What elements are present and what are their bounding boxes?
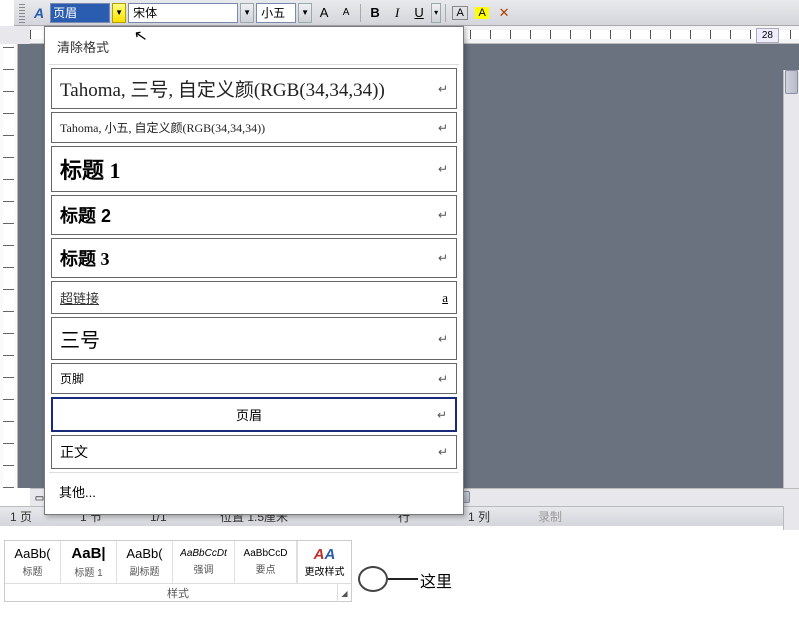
style-dropdown-button[interactable]: ▼ bbox=[112, 3, 126, 23]
gallery-expand-button[interactable]: ◢ bbox=[337, 584, 351, 602]
gallery-preview: AaB| bbox=[71, 545, 105, 562]
gallery-label: 标题 bbox=[23, 563, 43, 578]
style-item-label: Tahoma, 小五, 自定义颜(RGB(34,34,34)) bbox=[60, 119, 265, 136]
separator bbox=[49, 64, 459, 65]
more-styles-item[interactable]: 其他... bbox=[51, 476, 457, 507]
style-item-label: 页眉 bbox=[61, 405, 437, 424]
annotation-circle bbox=[358, 566, 388, 592]
style-item-5[interactable]: 超链接 a bbox=[51, 281, 457, 314]
gallery-cell-2[interactable]: AaBb( 副标题 bbox=[117, 541, 173, 583]
return-mark-icon bbox=[437, 408, 447, 422]
underline-dropdown[interactable]: ▾ bbox=[431, 3, 441, 23]
style-item-4[interactable]: 标题 3 bbox=[51, 238, 457, 278]
decrease-size-button[interactable]: A bbox=[336, 3, 356, 23]
font-color-button[interactable]: A bbox=[450, 3, 470, 23]
separator bbox=[445, 4, 446, 22]
a-box-icon: A bbox=[452, 6, 467, 20]
clear-format-item[interactable]: 清除格式 bbox=[49, 31, 459, 62]
a-highlight-icon: A bbox=[475, 7, 488, 19]
formatting-toolbar: A ▼ ↖ ▼ ▼ A A B I U ▾ A A ✕ bbox=[14, 0, 799, 26]
vertical-ruler[interactable] bbox=[0, 44, 18, 488]
change-style-icon: AA bbox=[314, 546, 336, 563]
gallery-cell-1[interactable]: AaB| 标题 1 bbox=[61, 541, 117, 583]
style-item-0[interactable]: Tahoma, 三号, 自定义颜(RGB(34,34,34)) bbox=[51, 68, 457, 109]
return-mark-icon bbox=[438, 445, 448, 459]
return-mark-icon bbox=[438, 208, 448, 222]
style-item-8[interactable]: 页眉 bbox=[51, 397, 457, 432]
more-label: 其他... bbox=[59, 482, 96, 501]
return-mark-icon bbox=[438, 162, 448, 176]
increase-size-button[interactable]: A bbox=[314, 3, 334, 23]
annotation-arrow bbox=[388, 578, 418, 580]
style-item-label: 超链接 bbox=[60, 288, 99, 307]
style-item-1[interactable]: Tahoma, 小五, 自定义颜(RGB(34,34,34)) bbox=[51, 112, 457, 143]
style-dropdown-panel: 清除格式 Tahoma, 三号, 自定义颜(RGB(34,34,34)) Taho… bbox=[44, 26, 464, 515]
style-item-2[interactable]: 标题 1 bbox=[51, 146, 457, 192]
style-item-7[interactable]: 页脚 bbox=[51, 363, 457, 394]
gallery-label: 副标题 bbox=[130, 563, 160, 578]
size-dropdown-button[interactable]: ▼ bbox=[298, 3, 312, 23]
gallery-preview: AaBbCcDt bbox=[180, 548, 227, 559]
vertical-scrollbar[interactable] bbox=[783, 70, 799, 530]
italic-button[interactable]: I bbox=[387, 3, 407, 23]
change-style-label: 更改样式 bbox=[305, 563, 345, 578]
style-item-3[interactable]: 标题 2 bbox=[51, 195, 457, 235]
gallery-label: 强调 bbox=[194, 561, 214, 576]
style-item-label: Tahoma, 三号, 自定义颜(RGB(34,34,34)) bbox=[60, 75, 385, 102]
font-size-input[interactable] bbox=[256, 3, 296, 23]
return-mark-icon bbox=[438, 251, 448, 265]
style-item-label: 三号 bbox=[60, 324, 100, 353]
clear-format-button[interactable]: ✕ bbox=[494, 3, 514, 23]
separator bbox=[49, 472, 459, 473]
gallery-preview: AaBb( bbox=[14, 546, 50, 561]
return-mark-icon bbox=[438, 372, 448, 386]
style-name-input[interactable] bbox=[50, 3, 110, 23]
font-dropdown-button[interactable]: ▼ bbox=[240, 3, 254, 23]
gallery-footer-label: 样式 bbox=[167, 585, 189, 601]
toolbar-grip[interactable] bbox=[19, 3, 25, 23]
gallery-cell-3[interactable]: AaBbCcDt 强调 bbox=[173, 541, 235, 583]
gallery-cell-4[interactable]: AaBbCcD 要点 bbox=[235, 541, 297, 583]
separator bbox=[360, 4, 361, 22]
gallery-label: 要点 bbox=[256, 561, 276, 576]
style-item-label: 标题 3 bbox=[60, 245, 110, 271]
style-item-6[interactable]: 三号 bbox=[51, 317, 457, 360]
scrollbar-thumb[interactable] bbox=[785, 70, 798, 94]
style-item-label: 标题 1 bbox=[60, 153, 121, 185]
highlight-button[interactable]: A bbox=[472, 3, 492, 23]
gallery-preview: AaBb( bbox=[126, 546, 162, 561]
font-family-input[interactable] bbox=[128, 3, 238, 23]
return-mark-icon bbox=[438, 332, 448, 346]
gallery-footer: 样式 ◢ bbox=[5, 583, 351, 601]
trail-glyph: a bbox=[442, 290, 448, 306]
gallery-cell-0[interactable]: AaBb( 标题 bbox=[5, 541, 61, 583]
style-gallery-panel: AaBb(标题AaB|标题 1AaBb(副标题AaBbCcDt强调AaBbCcD… bbox=[4, 540, 352, 602]
style-item-9[interactable]: 正文 bbox=[51, 435, 457, 469]
underline-button[interactable]: U bbox=[409, 3, 429, 23]
page-indicator: 28 bbox=[756, 28, 779, 43]
style-item-label: 页脚 bbox=[60, 370, 84, 387]
status-record: 录制 bbox=[538, 508, 578, 525]
gallery-label: 标题 1 bbox=[74, 564, 102, 579]
gallery-preview: AaBbCcD bbox=[244, 548, 288, 559]
change-style-button[interactable]: AA更改样式 bbox=[297, 541, 351, 583]
return-mark-icon bbox=[438, 121, 448, 135]
styles-icon: A bbox=[30, 5, 48, 21]
style-gallery: AaBb(标题AaB|标题 1AaBb(副标题AaBbCcDt强调AaBbCcD… bbox=[4, 540, 352, 602]
annotation-label: 这里 bbox=[420, 568, 452, 592]
style-item-label: 标题 2 bbox=[60, 202, 111, 228]
bold-button[interactable]: B bbox=[365, 3, 385, 23]
return-mark-icon bbox=[438, 82, 448, 96]
style-item-label: 正文 bbox=[60, 442, 88, 462]
status-column: 1 列 bbox=[468, 508, 508, 525]
